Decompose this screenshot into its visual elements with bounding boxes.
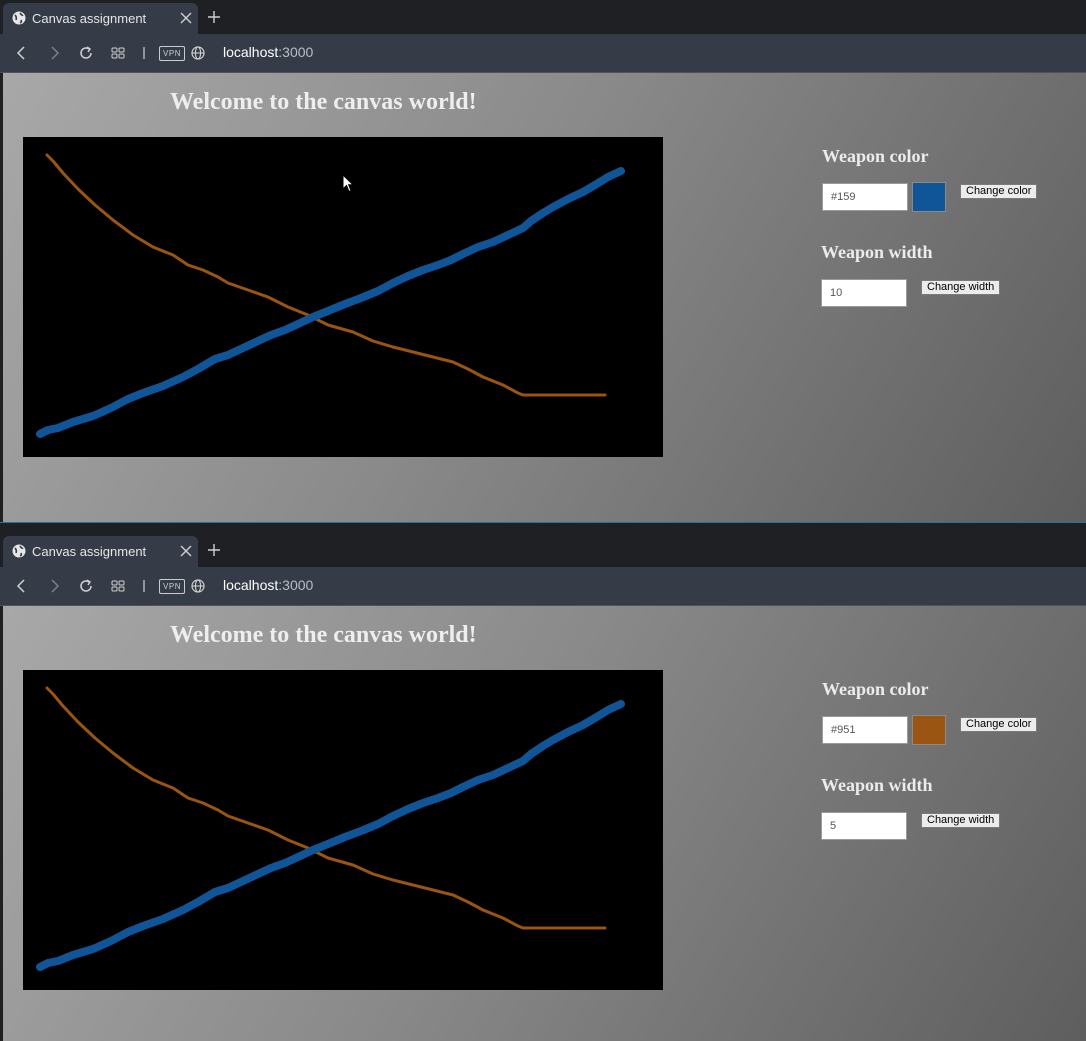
url-field[interactable]: localhost:3000 — [223, 44, 313, 60]
forward-icon[interactable] — [46, 45, 62, 61]
speed-dial-icon[interactable] — [110, 45, 126, 61]
url-port: :3000 — [278, 577, 314, 593]
url-host: localhost — [223, 44, 279, 60]
color-input[interactable] — [822, 716, 908, 744]
page-heading: Welcome to the canvas world! — [170, 89, 477, 115]
tab-canvas-assignment[interactable]: Canvas assignment — [3, 3, 198, 34]
vpn-badge[interactable]: VPN — [159, 579, 185, 594]
tab-canvas-assignment[interactable]: Canvas assignment — [3, 536, 198, 567]
reload-icon[interactable] — [78, 45, 94, 61]
url-port: :3000 — [278, 44, 314, 60]
site-info-globe-icon[interactable] — [190, 578, 206, 594]
divider-icon — [143, 580, 145, 592]
reload-icon[interactable] — [78, 578, 94, 594]
browser-window-1: Canvas assignment VPN localhost:3000 Wel… — [0, 0, 1086, 522]
url-field[interactable]: localhost:3000 — [223, 577, 313, 593]
weapon-color-label: Weapon color — [822, 679, 929, 699]
tab-title: Canvas assignment — [32, 544, 147, 559]
orange-stroke — [45, 686, 607, 930]
change-color-button[interactable]: Change color — [960, 717, 1038, 732]
change-width-button[interactable]: Change width — [921, 280, 1001, 295]
width-input[interactable] — [821, 279, 907, 307]
page-content: Welcome to the canvas world! Weapon colo… — [3, 606, 1086, 1041]
browser-window-2: Canvas assignment VPN localhost:3000 Wel… — [0, 533, 1086, 1041]
speed-dial-icon[interactable] — [110, 578, 126, 594]
weapon-color-label: Weapon color — [822, 146, 929, 166]
globe-icon — [12, 544, 26, 558]
close-icon[interactable] — [179, 11, 193, 25]
change-color-button[interactable]: Change color — [960, 184, 1038, 199]
width-input[interactable] — [821, 812, 907, 840]
color-swatch[interactable] — [912, 182, 946, 212]
mouse-cursor-icon — [342, 174, 354, 193]
url-host: localhost — [223, 577, 279, 593]
plus-icon[interactable] — [206, 9, 222, 25]
orange-stroke — [45, 153, 607, 397]
tab-bar: Canvas assignment — [0, 0, 1086, 34]
forward-icon[interactable] — [46, 578, 62, 594]
address-bar: VPN localhost:3000 — [0, 567, 1086, 606]
color-input[interactable] — [822, 183, 908, 211]
change-width-button[interactable]: Change width — [921, 813, 1001, 828]
drawing-canvas[interactable] — [23, 670, 663, 990]
globe-icon — [12, 11, 26, 25]
page-heading: Welcome to the canvas world! — [170, 622, 477, 648]
back-icon[interactable] — [14, 45, 30, 61]
back-icon[interactable] — [14, 578, 30, 594]
weapon-width-label: Weapon width — [821, 775, 933, 795]
weapon-width-label: Weapon width — [821, 242, 933, 262]
plus-icon[interactable] — [206, 542, 222, 558]
divider-icon — [143, 47, 145, 59]
tab-title: Canvas assignment — [32, 11, 147, 26]
tab-bar: Canvas assignment — [0, 533, 1086, 567]
color-swatch[interactable] — [912, 715, 946, 745]
close-icon[interactable] — [179, 544, 193, 558]
vpn-badge[interactable]: VPN — [159, 46, 185, 61]
page-content: Welcome to the canvas world! Weapon colo… — [3, 73, 1086, 522]
address-bar: VPN localhost:3000 — [0, 34, 1086, 73]
site-info-globe-icon[interactable] — [190, 45, 206, 61]
